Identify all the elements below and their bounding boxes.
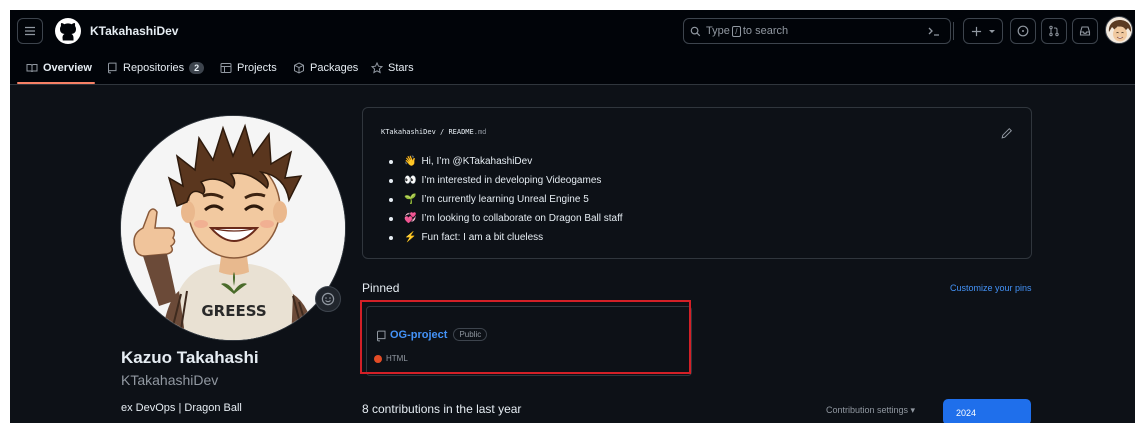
contributions-summary: 8 contributions in the last year bbox=[362, 402, 522, 416]
header-username[interactable]: KTakahashiDev bbox=[90, 24, 178, 38]
table-icon bbox=[220, 62, 232, 74]
header: KTakahashiDev Type / to search bbox=[10, 10, 1135, 51]
readme-item: 🌱 I’m currently learning Unreal Engine 5 bbox=[389, 190, 623, 209]
contribution-settings-dropdown[interactable]: Contribution settings ▾ bbox=[826, 405, 915, 416]
header-divider bbox=[953, 22, 954, 40]
readme-path-separator: / bbox=[440, 128, 445, 136]
avatar[interactable] bbox=[1105, 16, 1133, 44]
book-icon bbox=[26, 62, 38, 74]
profile-bio: ex DevOps | Dragon Ball bbox=[121, 402, 242, 414]
chevron-down-icon bbox=[988, 30, 995, 33]
year-2024-button[interactable]: 2024 bbox=[943, 399, 1031, 423]
search-shortcut-key: / bbox=[731, 25, 741, 37]
customize-pins-link[interactable]: Customize your pins bbox=[950, 283, 1032, 293]
tab-projects-label: Projects bbox=[237, 62, 277, 74]
tab-packages-label: Packages bbox=[310, 62, 359, 74]
readme-list: 👋 Hi, I’m @KTakahashiDev 👀 I’m interested … bbox=[389, 152, 623, 247]
tab-stars-label: Stars bbox=[388, 62, 414, 74]
pull-requests-icon[interactable] bbox=[1041, 18, 1067, 44]
readme-item-emoji: ⚡ bbox=[404, 232, 417, 243]
search-placeholder-prefix: Type bbox=[706, 25, 730, 37]
readme-item-text: Hi, I’m @KTakahashiDev bbox=[421, 156, 533, 167]
search-input[interactable]: Type / to search bbox=[683, 18, 951, 44]
svg-text:GREESS: GREESS bbox=[201, 302, 266, 320]
highlight-box bbox=[360, 300, 691, 374]
inbox-icon[interactable] bbox=[1072, 18, 1098, 44]
profile-full-name: Kazuo Takahashi bbox=[121, 348, 259, 367]
package-icon bbox=[293, 62, 305, 74]
menu-icon[interactable] bbox=[17, 18, 43, 44]
readme-item-text: Fun fact: I am a bit clueless bbox=[421, 232, 544, 243]
command-palette-icon[interactable] bbox=[921, 18, 947, 44]
profile-avatar[interactable]: GREESS bbox=[120, 115, 346, 341]
readme-item-emoji: 👋 bbox=[404, 156, 417, 167]
profile-login: KTakahashiDev bbox=[121, 372, 219, 388]
github-profile-page: KTakahashiDev Type / to search Overview … bbox=[10, 10, 1135, 423]
readme-item: 👋 Hi, I’m @KTakahashiDev bbox=[389, 152, 623, 171]
readme-item-text: I’m interested in developing Videogames bbox=[421, 175, 602, 186]
readme-ext: .md bbox=[473, 128, 487, 136]
plus-icon bbox=[971, 26, 981, 36]
readme-path: KTakahashiDev / README.md bbox=[381, 128, 486, 136]
search-placeholder-suffix: to search bbox=[742, 25, 789, 37]
profile-avatar-illustration: GREESS bbox=[121, 116, 345, 340]
readme-item: ⚡ Fun fact: I am a bit clueless bbox=[389, 228, 623, 247]
set-status-button[interactable] bbox=[315, 286, 341, 312]
tab-overview[interactable]: Overview bbox=[26, 58, 92, 78]
readme-item-emoji: 💞️ bbox=[404, 213, 417, 224]
selected-tab-indicator bbox=[17, 82, 95, 84]
tab-stars[interactable]: Stars bbox=[371, 58, 414, 78]
edit-readme-pencil-icon[interactable] bbox=[1001, 126, 1015, 140]
readme-owner[interactable]: KTakahashiDev bbox=[381, 128, 436, 136]
tab-projects[interactable]: Projects bbox=[220, 58, 277, 78]
readme-item-text: I’m looking to collaborate on Dragon Bal… bbox=[421, 213, 623, 224]
repositories-count-badge: 2 bbox=[189, 62, 205, 74]
tab-repositories-label: Repositories bbox=[123, 62, 185, 74]
smiley-icon bbox=[321, 292, 335, 306]
create-new-button[interactable] bbox=[963, 18, 1003, 44]
tab-repositories[interactable]: Repositories 2 bbox=[106, 58, 205, 78]
star-icon bbox=[371, 62, 383, 74]
github-logo-icon[interactable] bbox=[54, 17, 82, 45]
readme-item: 💞️ I’m looking to collaborate on Dragon B… bbox=[389, 209, 623, 228]
tab-overview-label: Overview bbox=[43, 62, 92, 74]
readme-card: KTakahashiDev / README.md 👋 Hi, I’m @KTak… bbox=[362, 107, 1032, 259]
readme-item-text: I’m currently learning Unreal Engine 5 bbox=[421, 194, 589, 205]
readme-file[interactable]: README bbox=[448, 128, 473, 136]
readme-item: 👀 I’m interested in developing Videogames bbox=[389, 171, 623, 190]
readme-item-emoji: 🌱 bbox=[404, 194, 417, 205]
tab-packages[interactable]: Packages bbox=[293, 58, 358, 78]
repo-icon bbox=[106, 62, 118, 74]
issues-icon[interactable] bbox=[1010, 18, 1036, 44]
pinned-heading: Pinned bbox=[362, 281, 400, 295]
search-icon bbox=[690, 26, 701, 36]
readme-item-emoji: 👀 bbox=[404, 175, 417, 186]
